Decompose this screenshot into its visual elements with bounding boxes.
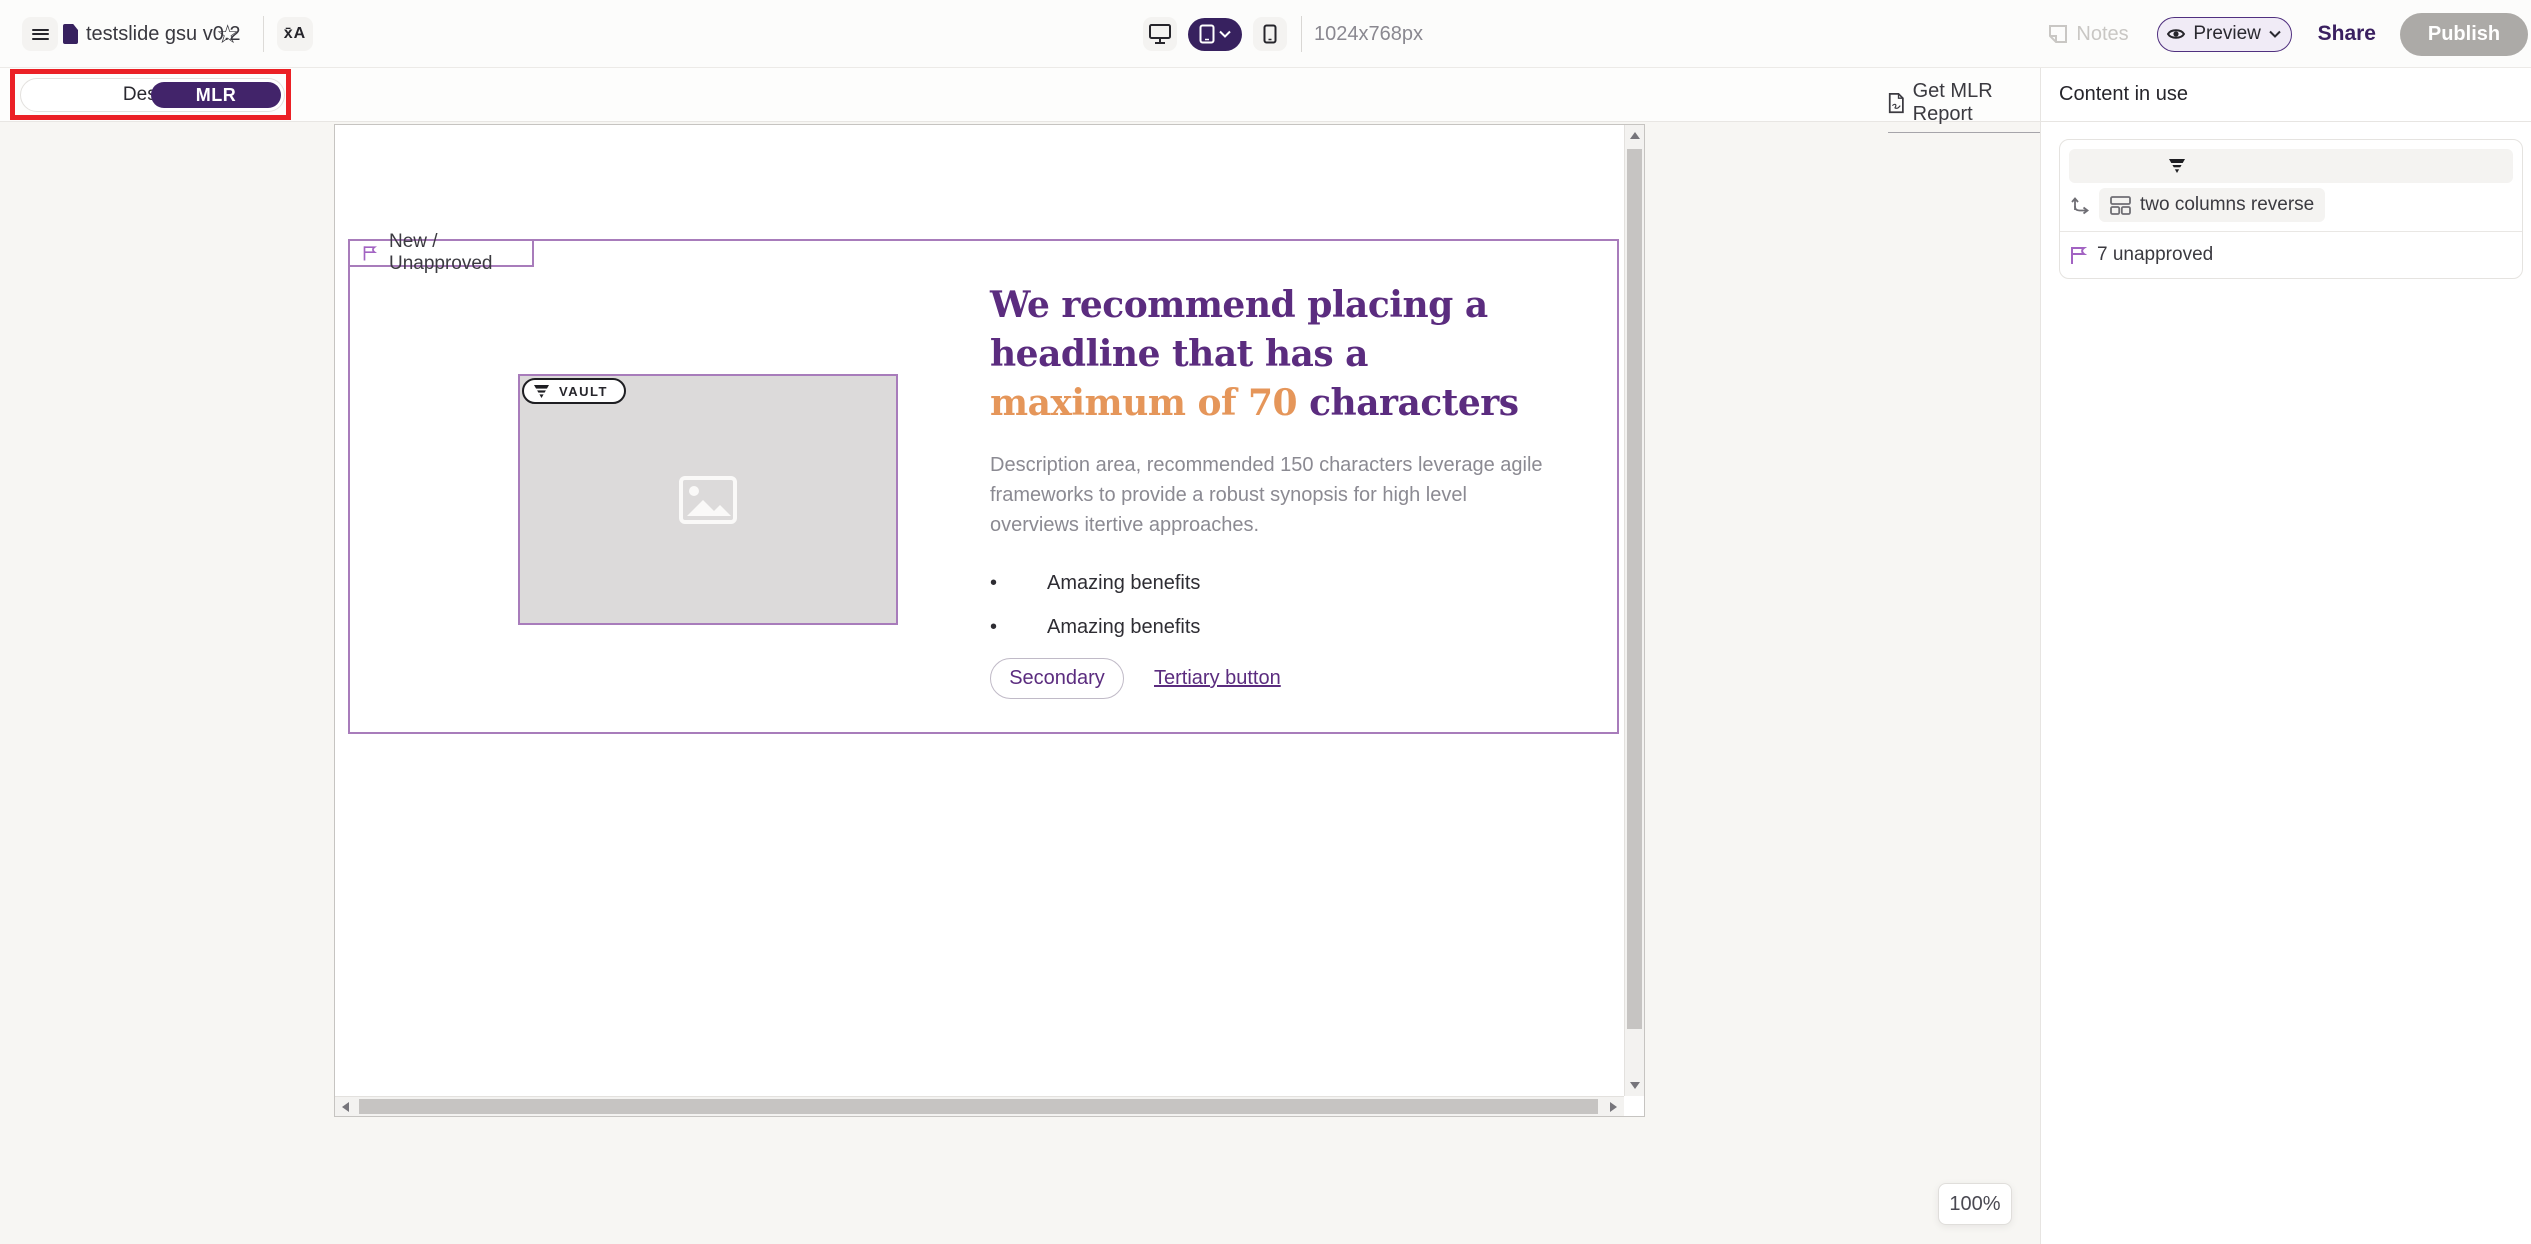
horizontal-scrollbar[interactable]: [335, 1096, 1624, 1116]
bullet-glyph: •: [990, 614, 1047, 640]
content-card: two columns reverse 7 unapproved: [2059, 139, 2523, 279]
headline-tail: characters: [1297, 382, 1518, 424]
mobile-device-button[interactable]: [1253, 17, 1287, 51]
slide-frame: New / Unapproved VAULT: [348, 239, 1619, 734]
publish-button-disabled[interactable]: Publish: [2400, 13, 2528, 56]
get-mlr-report-label: Get MLR Report: [1913, 80, 2040, 126]
hamburger-icon: [32, 26, 49, 42]
notes-label: Notes: [2076, 23, 2128, 46]
favorite-star-icon[interactable]: ☆: [216, 0, 239, 68]
list-item-label: Amazing benefits: [1047, 570, 1200, 596]
two-columns-layout-icon: [2110, 196, 2131, 215]
slide-description: Description area, recommended 150 charac…: [990, 450, 1550, 540]
tablet-device-button-selected[interactable]: [1188, 18, 1242, 51]
header-divider: [1301, 16, 1302, 52]
pdf-file-icon: [1888, 91, 1905, 115]
document-icon: [63, 24, 78, 44]
notes-icon: [2048, 24, 2068, 44]
image-placeholder[interactable]: VAULT: [518, 374, 898, 625]
list-item: • Amazing benefits: [990, 570, 1575, 596]
app-root: testslide gsu v0.2 ☆ x̄A: [0, 0, 2531, 1244]
scroll-right-arrow[interactable]: [1610, 1102, 1617, 1112]
component-row: two columns reverse: [2069, 188, 2513, 222]
unapproved-status-row[interactable]: 7 unapproved: [2060, 232, 2522, 278]
sidebar-title: Content in use: [2041, 68, 2531, 122]
scroll-down-arrow[interactable]: [1630, 1082, 1640, 1089]
scroll-left-arrow[interactable]: [342, 1102, 349, 1112]
editor-canvas: New / Unapproved VAULT: [334, 124, 1645, 1117]
chevron-down-icon: [1219, 30, 1231, 38]
top-header: testslide gsu v0.2 ☆ x̄A: [0, 0, 2531, 68]
tab-mlr-selected[interactable]: MLR: [151, 82, 281, 108]
vertical-scrollbar[interactable]: [1624, 125, 1644, 1096]
scroll-up-arrow[interactable]: [1630, 132, 1640, 139]
header-divider: [263, 16, 264, 52]
desktop-device-button[interactable]: [1143, 17, 1177, 51]
translate-icon: x̄A: [284, 25, 306, 43]
status-badge-label: New / Unapproved: [389, 231, 520, 275]
chevron-down-icon: [2269, 30, 2281, 38]
header-actions: Notes Preview Share Publish: [2048, 0, 2531, 68]
mode-toolbar: Design MLR Get MLR Report: [0, 68, 2040, 122]
vault-source-badge: VAULT: [522, 378, 626, 404]
horizontal-scrollbar-thumb[interactable]: [359, 1099, 1598, 1114]
component-chip[interactable]: two columns reverse: [2099, 188, 2325, 222]
tertiary-button-link[interactable]: Tertiary button: [1154, 667, 1281, 690]
status-badge[interactable]: New / Unapproved: [348, 239, 534, 267]
vault-logo-icon: [2169, 159, 2185, 173]
headline-emphasis: maximum of 70: [990, 382, 1297, 424]
share-button[interactable]: Share: [2318, 22, 2376, 46]
list-item-label: Amazing benefits: [1047, 614, 1200, 640]
preview-label: Preview: [2193, 23, 2261, 45]
design-mlr-toggle: Design MLR: [20, 78, 285, 112]
eye-icon: [2167, 27, 2185, 41]
resolution-label: 1024x768px: [1314, 23, 1423, 46]
hamburger-menu-button[interactable]: [22, 17, 58, 51]
slide-text-column: We recommend placing a headline that has…: [990, 281, 1575, 699]
phone-icon: [1263, 24, 1277, 44]
slide-headline: We recommend placing a headline that has…: [990, 281, 1575, 428]
nested-arrow-icon: [2069, 194, 2091, 216]
benefit-list: • Amazing benefits • Amazing benefits: [990, 570, 1575, 640]
content-in-use-panel: Content in use: [2040, 68, 2531, 1244]
vault-badge-label: VAULT: [559, 384, 608, 399]
zoom-level-indicator[interactable]: 100%: [1938, 1183, 2012, 1225]
get-mlr-report-link[interactable]: Get MLR Report: [1888, 80, 2040, 133]
flag-icon: [362, 243, 377, 263]
vault-logo-icon: [534, 385, 549, 398]
cta-row: Secondary Tertiary button: [990, 658, 1575, 699]
unapproved-count-label: 7 unapproved: [2097, 244, 2213, 266]
bullet-glyph: •: [990, 570, 1047, 596]
vertical-scrollbar-thumb[interactable]: [1627, 149, 1642, 1029]
image-icon: [679, 476, 737, 524]
notes-button-disabled[interactable]: Notes: [2048, 23, 2128, 46]
brand-source-chip[interactable]: [2069, 149, 2513, 183]
device-preview-switcher: 1024x768px: [1143, 0, 1423, 68]
monitor-icon: [1148, 23, 1172, 45]
list-item: • Amazing benefits: [990, 614, 1575, 640]
tablet-icon: [1199, 24, 1215, 44]
component-name-label: two columns reverse: [2140, 194, 2314, 216]
secondary-button[interactable]: Secondary: [990, 658, 1124, 699]
preview-button[interactable]: Preview: [2157, 17, 2292, 52]
headline-lead: We recommend placing a headline that has…: [990, 284, 1488, 375]
flag-icon: [2069, 245, 2087, 265]
translate-button[interactable]: x̄A: [277, 17, 313, 51]
